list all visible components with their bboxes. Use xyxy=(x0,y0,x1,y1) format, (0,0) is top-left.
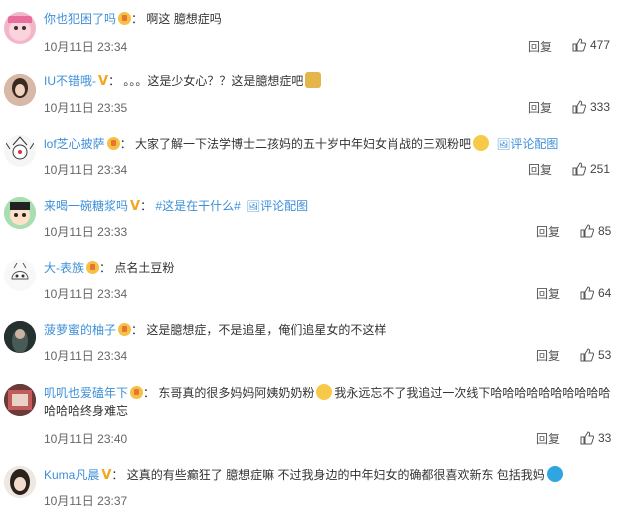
member-badge-icon xyxy=(118,12,132,25)
image-icon: 🖼 xyxy=(496,139,511,151)
username[interactable]: 你也犯困了吗 xyxy=(44,12,116,26)
like-count: 33 xyxy=(598,431,612,445)
thumbs-up-icon xyxy=(572,38,587,52)
member-badge-icon xyxy=(118,323,132,336)
comment-line: 你也犯困了吗： 啊这 臆想症吗 xyxy=(44,12,222,26)
like-count: 477 xyxy=(590,38,611,52)
comment-line: 叽叽也爱磕年下： 东哥真的很多妈妈阿姨奶奶粉 我永远忘不了我追过一次线下哈哈哈哈哈… xyxy=(44,384,611,418)
timestamp: 10月11日 23:40 xyxy=(44,432,128,446)
like-button[interactable]: 85 xyxy=(580,224,611,238)
username[interactable]: 大-表族 xyxy=(44,261,84,275)
avatar[interactable] xyxy=(4,135,36,167)
thumbs-up-icon xyxy=(572,162,587,176)
member-badge-icon xyxy=(130,386,144,399)
member-badge-icon xyxy=(86,261,99,274)
member-badge-icon xyxy=(106,137,120,150)
username[interactable]: lof芝心披萨 xyxy=(44,137,105,151)
avatar[interactable] xyxy=(4,259,36,291)
avatar[interactable] xyxy=(4,12,36,44)
timestamp: 10月11日 23:37 xyxy=(44,494,128,508)
reply-button[interactable]: 回复 xyxy=(536,285,560,302)
like-button[interactable]: 53 xyxy=(580,348,611,362)
like-button[interactable]: 477 xyxy=(572,38,610,52)
comment-line: 来喝一碗糖浆吗 V： #这是在干什么# 🖼评论配图 xyxy=(44,199,309,214)
timestamp: 10月11日 23:33 xyxy=(44,225,128,239)
username[interactable]: 叽叽也爱磕年下 xyxy=(44,386,128,400)
avatar[interactable] xyxy=(4,74,36,106)
timestamp: 10月11日 23:35 xyxy=(44,101,128,115)
verified-v-icon: V xyxy=(101,468,112,483)
thumbs-up-icon xyxy=(572,100,587,114)
comment-line: Kuma凡晨 V： 这真的有些癫狂了 臆想症嘛 不过我身边的中年妇女的确都很喜欢新… xyxy=(44,466,631,485)
reply-button[interactable]: 回复 xyxy=(528,38,552,55)
comment-image-link[interactable]: 评论配图 xyxy=(510,137,558,151)
timestamp: 10月11日 23:34 xyxy=(44,40,128,54)
comment-text: 这是臆想症，不是追星，俺们追星女的不这样 xyxy=(146,323,387,337)
laughing-emoji-icon xyxy=(316,384,333,400)
comment-image-link[interactable]: 评论配图 xyxy=(260,199,308,213)
comment-text: 点名土豆粉 xyxy=(114,261,175,275)
emoji-icon xyxy=(305,72,322,88)
image-icon: 🖼 xyxy=(246,201,261,213)
hashtag-link[interactable]: #这是在干什么# xyxy=(155,199,240,213)
comment-line: lof芝心披萨： 大家了解一下法学博士二孩妈的五十岁中年妇女肖战的三观粉吧 🖼评… xyxy=(44,135,631,154)
like-count: 85 xyxy=(598,224,612,238)
timestamp: 10月11日 23:34 xyxy=(44,349,128,363)
comment-text: 东哥真的很多妈妈阿姨奶奶粉 xyxy=(158,386,315,400)
verified-v-icon: V xyxy=(98,74,109,89)
thumbs-up-icon xyxy=(580,286,595,300)
username[interactable]: IU不错哦- xyxy=(44,74,96,88)
like-count: 251 xyxy=(590,162,611,176)
comment-line: 大-表族： 点名土豆粉 xyxy=(44,261,175,275)
reply-button[interactable]: 回复 xyxy=(528,99,552,116)
like-count: 333 xyxy=(590,100,611,114)
like-button[interactable]: 333 xyxy=(572,100,610,114)
avatar[interactable] xyxy=(4,321,36,353)
avatar[interactable] xyxy=(4,197,36,229)
thumbs-up-icon xyxy=(580,224,595,238)
reply-button[interactable]: 回复 xyxy=(528,161,552,178)
like-count: 64 xyxy=(598,286,612,300)
doraemon-emoji-icon xyxy=(546,466,563,482)
reply-button[interactable]: 回复 xyxy=(536,347,560,364)
avatar[interactable] xyxy=(4,384,36,416)
comment-line: 菠萝蜜的柚子： 这是臆想症，不是追星，俺们追星女的不这样 xyxy=(44,323,387,337)
timestamp: 10月11日 23:34 xyxy=(44,163,128,177)
like-button[interactable]: 251 xyxy=(572,162,610,176)
avatar[interactable] xyxy=(4,466,36,498)
like-button[interactable]: 33 xyxy=(580,431,611,445)
timestamp: 10月11日 23:34 xyxy=(44,287,128,301)
comment-line: IU不错哦- V： 。。。这是少女心？？这是臆想症吧 xyxy=(44,72,631,91)
reply-button[interactable]: 回复 xyxy=(536,223,560,240)
username[interactable]: Kuma凡晨 xyxy=(44,468,99,482)
thumbs-up-icon xyxy=(580,348,595,362)
verified-v-icon: V xyxy=(130,199,141,214)
like-button[interactable]: 64 xyxy=(580,286,611,300)
reply-button[interactable]: 回复 xyxy=(536,430,560,447)
comment-text: 大家了解一下法学博士二孩妈的五十岁中年妇女肖战的三观粉吧 xyxy=(135,137,472,151)
comment-text: 啊这 臆想症吗 xyxy=(146,12,222,26)
emoji-icon xyxy=(473,135,490,151)
username[interactable]: 来喝一碗糖浆吗 xyxy=(44,199,128,213)
username[interactable]: 菠萝蜜的柚子 xyxy=(44,323,116,337)
like-count: 53 xyxy=(598,348,612,362)
comment-text: 。。。这是少女心？？这是臆想症吧 xyxy=(123,74,304,88)
comment-text: 这真的有些癫狂了 臆想症嘛 不过我身边的中年妇女的确都很喜欢新东 包括我妈 xyxy=(126,468,545,482)
thumbs-up-icon xyxy=(580,431,595,445)
